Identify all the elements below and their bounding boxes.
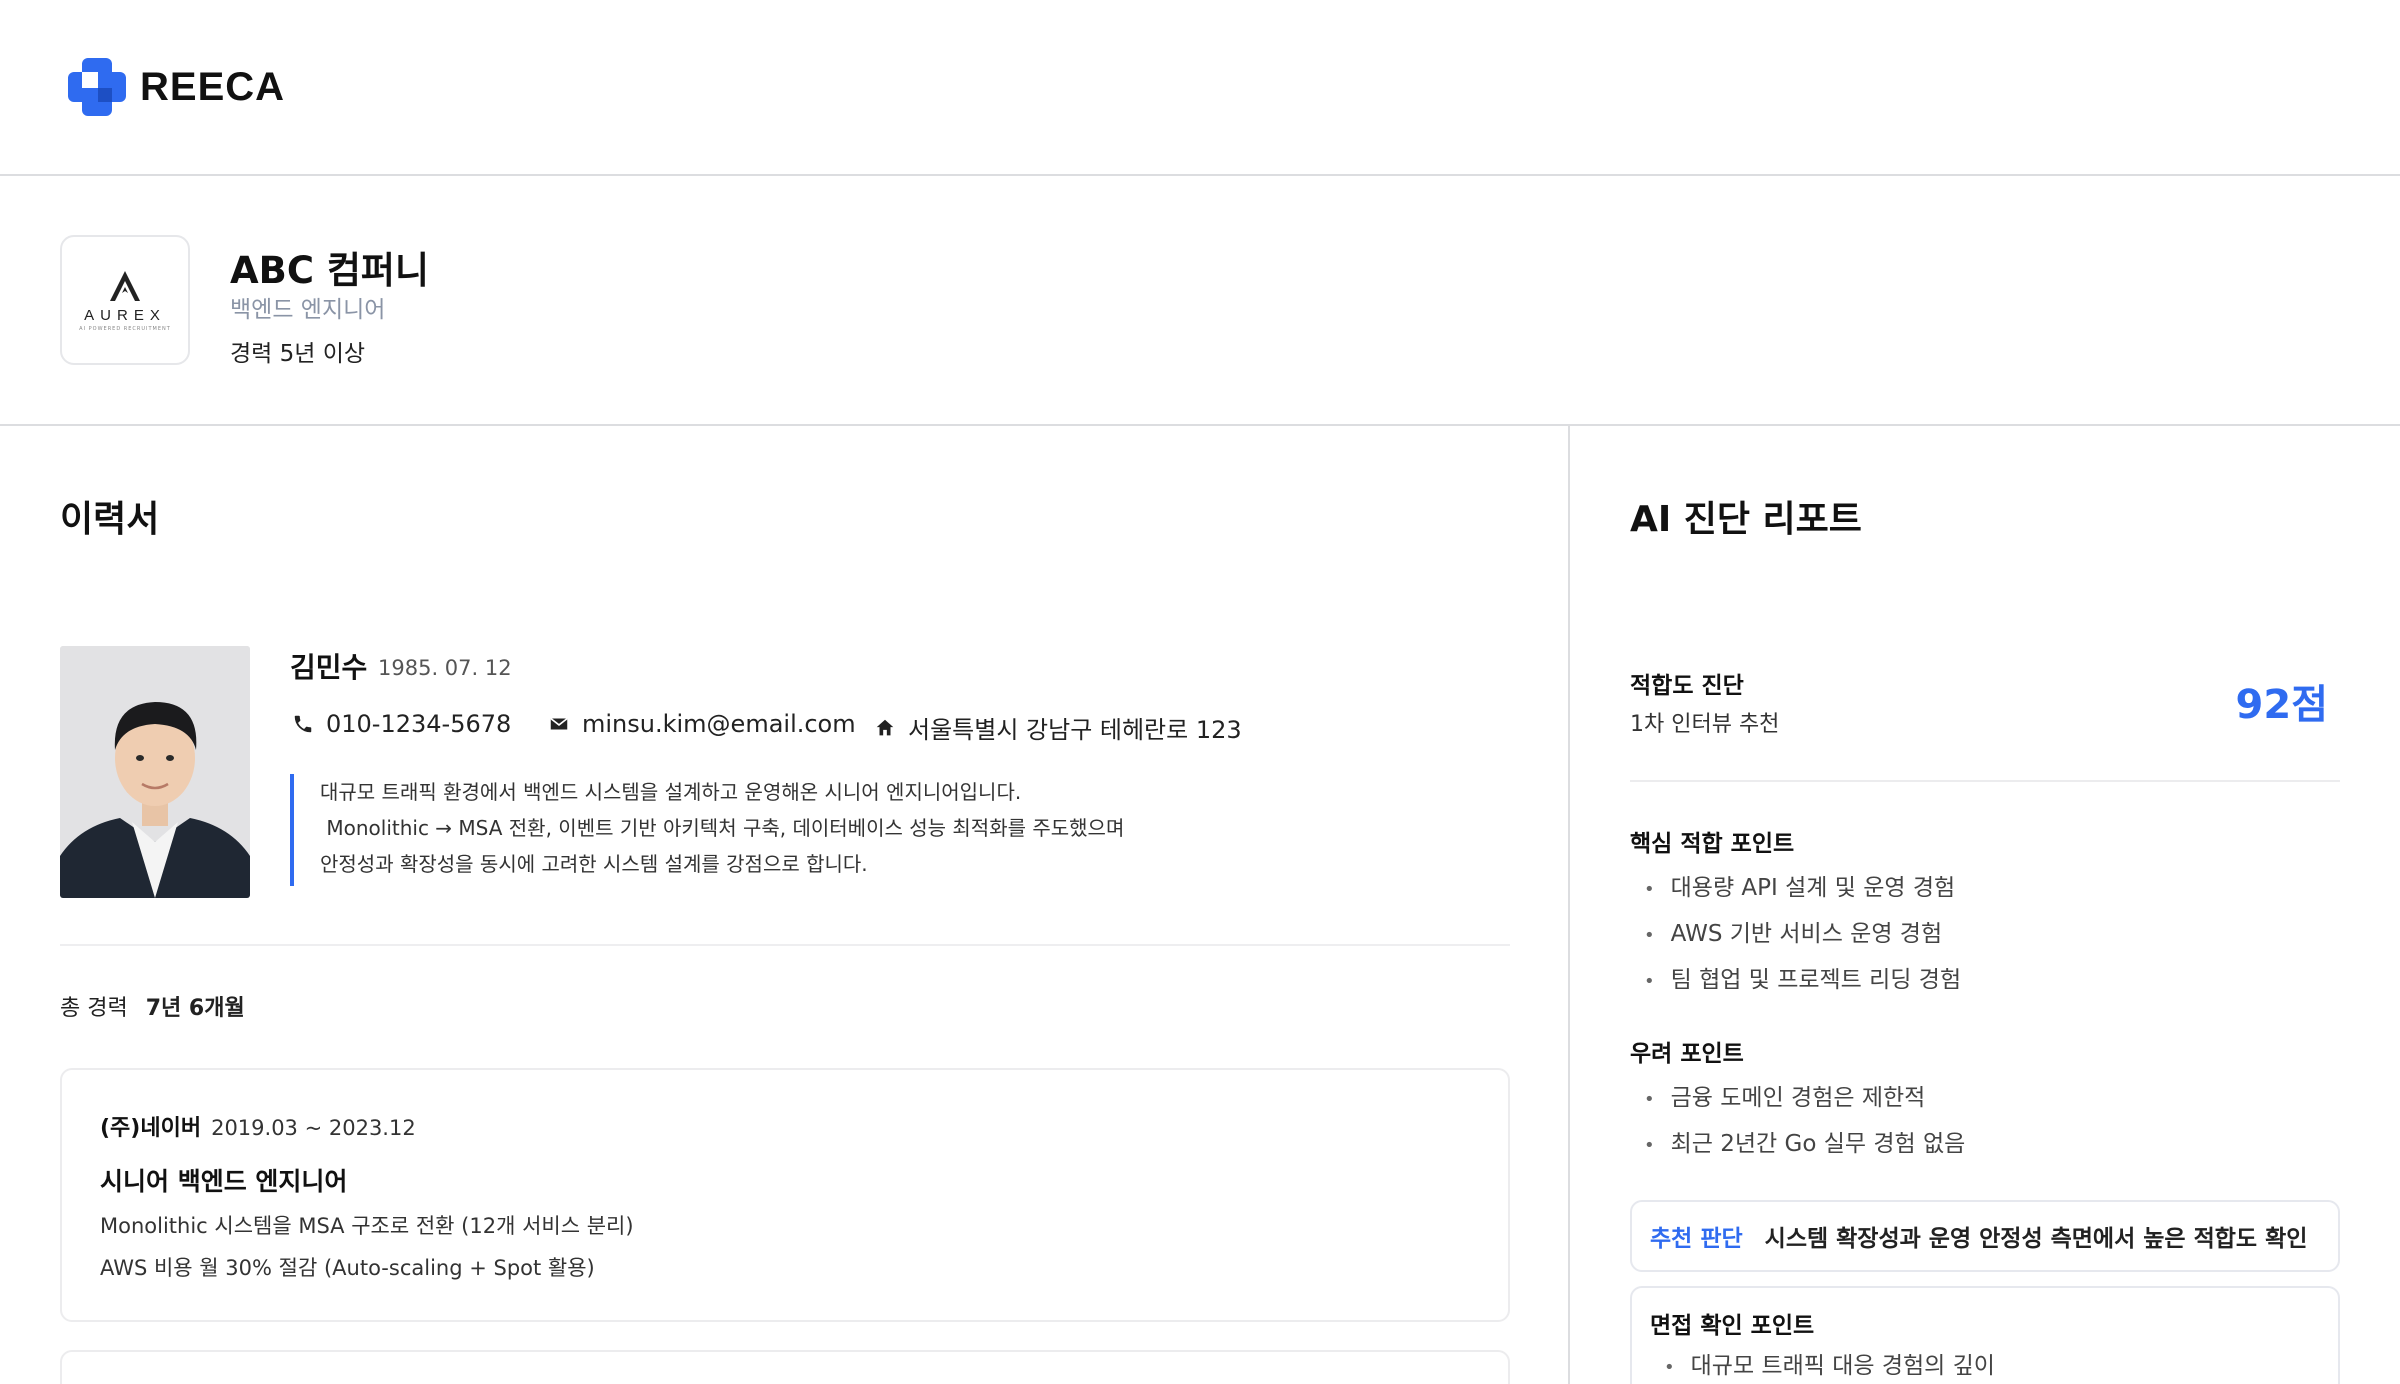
- career-company: (주)네이버 2019.03 ~ 2023.12: [100, 1110, 416, 1142]
- list-item: AWS 기반 서비스 운영 경험: [1644, 912, 1961, 958]
- contact-email: minsu.kim@email.com: [548, 710, 856, 738]
- list-item: 최근 2년간 Go 실무 경험 없음: [1644, 1122, 1966, 1168]
- required-experience: 경력 5년 이상: [230, 341, 366, 367]
- company-logo-subtext: AI POWERED RECRUITMENT: [79, 325, 171, 332]
- career-card-next[interactable]: [60, 1350, 1510, 1384]
- candidate-name: 김민수: [290, 651, 368, 684]
- resume-title: 이력서: [60, 499, 160, 540]
- phone-number[interactable]: 010-1234-5678: [326, 710, 511, 738]
- core-points-list: 대용량 API 설계 및 운영 경험 AWS 기반 서비스 운영 경험 팀 협업…: [1644, 866, 1961, 1004]
- summary-line: Monolithic → MSA 전환, 이벤트 기반 아키텍처 구축, 데이터…: [320, 816, 1125, 840]
- profile-photo: [60, 646, 250, 898]
- person-portrait-icon: [60, 646, 250, 898]
- brand-logo[interactable]: REECA: [68, 58, 285, 116]
- company-name: ABC 컴퍼니: [230, 249, 429, 292]
- list-item: 팀 협업 및 프로젝트 리딩 경험: [1644, 958, 1961, 1004]
- top-header: REECA: [0, 0, 2400, 176]
- list-item: 금융 도메인 경험은 제한적: [1644, 1076, 1965, 1122]
- concern-points-title: 우려 포인트: [1630, 1041, 1744, 1067]
- career-achievement: AWS 비용 월 30% 절감 (Auto-scaling + Spot 활용): [100, 1256, 595, 1280]
- total-experience-label: 총 경력: [60, 996, 128, 1021]
- phone-icon: [292, 713, 314, 735]
- core-points-title: 핵심 적합 포인트: [1630, 831, 1795, 857]
- candidate-birthdate: 1985. 07. 12: [378, 656, 512, 680]
- career-company-name: (주)네이버: [100, 1116, 202, 1141]
- contact-address: 서울특별시 강남구 테헤란로 123: [874, 710, 1242, 745]
- list-item: 대용량 API 설계 및 운영 경험: [1644, 866, 1961, 912]
- company-header: AUREX AI POWERED RECRUITMENT ABC 컴퍼니 백엔드…: [0, 178, 2400, 426]
- career-role: 시니어 백엔드 엔지니어: [100, 1167, 348, 1196]
- interview-points-title: 면접 확인 포인트: [1650, 1313, 1815, 1339]
- fit-score: 92점: [2235, 682, 2328, 728]
- report-divider: [1630, 780, 2340, 782]
- concern-points-list: 금융 도메인 경험은 제한적 최근 2년간 Go 실무 경험 없음: [1644, 1076, 1966, 1168]
- ai-report-panel: AI 진단 리포트 적합도 진단 1차 인터뷰 추천 92점 핵심 적합 포인트…: [1570, 428, 2400, 1384]
- summary-line: 안정성과 확장성을 동시에 고려한 시스템 설계를 강점으로 합니다.: [320, 852, 868, 876]
- career-achievement: Monolithic 시스템을 MSA 구조로 전환 (12개 서비스 분리): [100, 1214, 634, 1238]
- company-logo-text: AUREX: [84, 306, 166, 324]
- brand-name: REECA: [140, 64, 286, 109]
- fit-label: 적합도 진단: [1630, 673, 1744, 699]
- total-experience-value: 7년 6개월: [145, 996, 245, 1021]
- address-text: 서울특별시 강남구 테헤란로 123: [908, 716, 1242, 744]
- email-address[interactable]: minsu.kim@email.com: [582, 710, 856, 738]
- candidate-summary: 대규모 트래픽 환경에서 백엔드 시스템을 설계하고 운영해온 시니어 엔지니어…: [290, 774, 1290, 886]
- home-icon: [874, 717, 896, 739]
- reeca-logo-icon: [68, 58, 126, 116]
- career-period: 2019.03 ~ 2023.12: [211, 1116, 416, 1140]
- aurex-mark-icon: [110, 270, 140, 301]
- job-role: 백엔드 엔지니어: [230, 297, 386, 323]
- contact-phone: 010-1234-5678: [292, 710, 511, 738]
- interview-points-box: 면접 확인 포인트 대규모 트래픽 대응 경험의 깊이: [1630, 1286, 2340, 1384]
- resume-panel: 이력서 김민수 1985. 07. 12 010-1234-5678 minsu…: [0, 428, 1568, 1384]
- recommendation-tag: 추천 판단: [1650, 1226, 1743, 1252]
- career-card[interactable]: (주)네이버 2019.03 ~ 2023.12 시니어 백엔드 엔지니어 Mon…: [60, 1068, 1510, 1322]
- report-title: AI 진단 리포트: [1630, 499, 1862, 540]
- interview-points-list: 대규모 트래픽 대응 경험의 깊이: [1664, 1344, 1995, 1384]
- recommendation-text: 시스템 확장성과 운영 안정성 측면에서 높은 적합도 확인: [1764, 1226, 2308, 1252]
- summary-line: 대규모 트래픽 환경에서 백엔드 시스템을 설계하고 운영해온 시니어 엔지니어…: [320, 780, 1022, 804]
- total-experience: 총 경력 7년 6개월: [60, 990, 245, 1022]
- fit-recommendation: 1차 인터뷰 추천: [1630, 712, 1780, 737]
- list-item: 대규모 트래픽 대응 경험의 깊이: [1664, 1344, 1995, 1384]
- recommendation-box: 추천 판단 시스템 확장성과 운영 안정성 측면에서 높은 적합도 확인: [1630, 1200, 2340, 1272]
- company-logo: AUREX AI POWERED RECRUITMENT: [60, 235, 190, 365]
- section-divider: [60, 944, 1510, 946]
- mail-icon: [548, 713, 570, 735]
